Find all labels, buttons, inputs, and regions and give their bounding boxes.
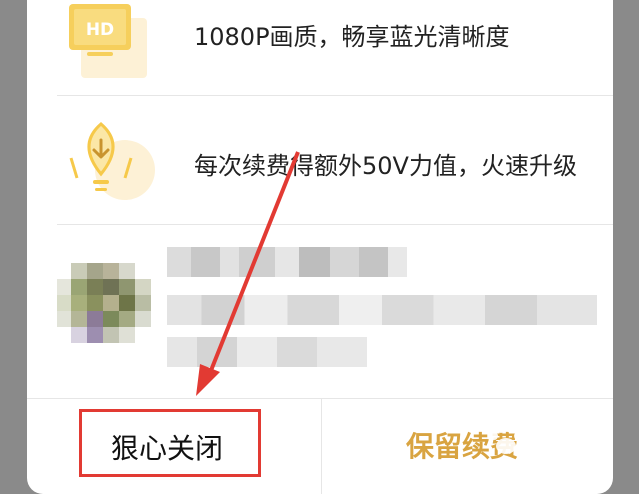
watermark-brand: 经验 <box>528 432 573 457</box>
pixelated-text-line <box>167 337 367 367</box>
pixelated-text-line <box>167 247 407 277</box>
benefit-row-vpower: 每次续费得额外50V力值，火速升级 <box>57 96 613 225</box>
benefit-text-hd: 1080P画质，畅享蓝光清晰度 <box>194 23 510 51</box>
pixelated-avatar <box>57 253 157 363</box>
benefit-text-vpower: 每次续费得额外50V力值，火速升级 <box>194 152 577 180</box>
paw-logo-icon <box>490 425 522 454</box>
baidu-jingyan-watermark: 经验 jingyan.baidu.com <box>486 420 636 492</box>
benefit-row-hd: HD 1080P画质，畅享蓝光清晰度 <box>57 0 613 96</box>
hd-screen-icon: HD <box>69 4 147 78</box>
rocket-download-icon <box>69 122 155 200</box>
pixelated-content <box>57 225 613 397</box>
hd-badge-text: HD <box>86 20 114 40</box>
watermark-url: jingyan.baidu.com <box>488 466 581 477</box>
annotation-highlight-box <box>79 409 261 477</box>
pixelated-text-line <box>167 295 597 325</box>
